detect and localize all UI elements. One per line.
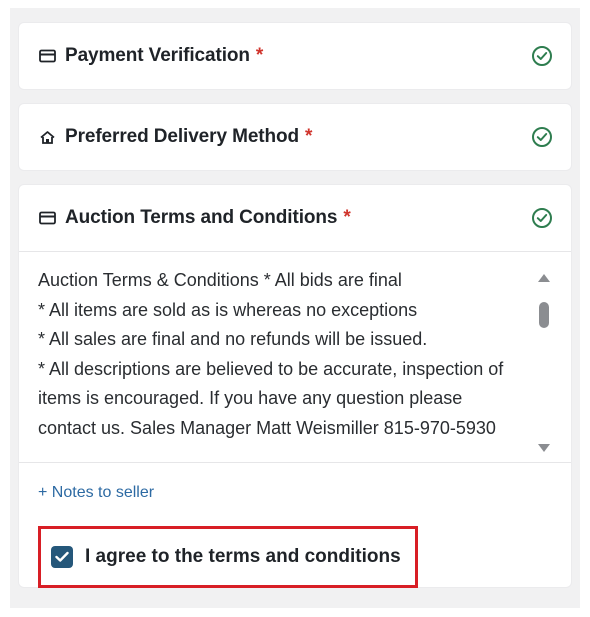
auction-terms-header[interactable]: Auction Terms and Conditions *: [19, 185, 571, 251]
payment-verification-title: Payment Verification *: [39, 45, 263, 67]
agree-checkbox[interactable]: [51, 546, 73, 568]
home-icon: [39, 129, 57, 145]
checkmark-icon: [55, 551, 69, 562]
terms-scroll-area[interactable]: Auction Terms & Conditions * All bids ar…: [19, 251, 571, 463]
section-title: Auction Terms and Conditions: [65, 207, 338, 228]
scroll-up-arrow-icon[interactable]: [538, 274, 550, 282]
card-icon: [39, 48, 57, 64]
required-mark: *: [305, 126, 313, 147]
delivery-method-title: Preferred Delivery Method *: [39, 126, 312, 148]
scrollbar-thumb[interactable]: [539, 302, 549, 328]
check-circle-icon: [531, 45, 553, 67]
auction-terms-title: Auction Terms and Conditions *: [39, 207, 351, 229]
card-icon: [39, 210, 57, 226]
required-mark: *: [343, 207, 351, 228]
section-title: Payment Verification: [65, 45, 250, 66]
payment-verification-card[interactable]: Payment Verification *: [18, 22, 572, 90]
terms-text: Auction Terms & Conditions * All bids ar…: [38, 270, 504, 438]
check-circle-icon: [531, 207, 553, 229]
terms-scrollbar[interactable]: [537, 270, 551, 452]
agree-label[interactable]: I agree to the terms and conditions: [85, 546, 401, 568]
delivery-method-card[interactable]: Preferred Delivery Method *: [18, 103, 572, 171]
section-title: Preferred Delivery Method: [65, 126, 300, 147]
notes-to-seller-link[interactable]: + Notes to seller: [38, 484, 154, 502]
required-mark: *: [255, 45, 264, 66]
scroll-down-arrow-icon[interactable]: [538, 444, 550, 452]
check-circle-icon: [531, 126, 553, 148]
agree-terms-row[interactable]: I agree to the terms and conditions: [38, 526, 418, 588]
